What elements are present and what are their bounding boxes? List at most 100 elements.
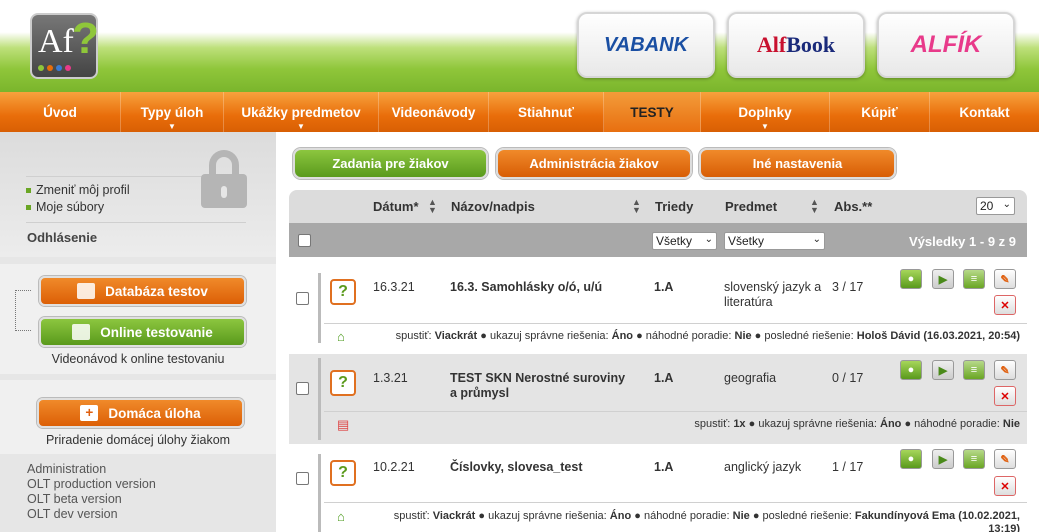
admin-link-olt-production[interactable]: OLT production version (27, 477, 156, 491)
subject-filter-select[interactable]: Všetky ⌄ (724, 232, 825, 250)
per-page-select[interactable]: 20 ⌄ (976, 197, 1015, 215)
list-icon[interactable]: ≡ (963, 269, 985, 289)
alfbook-logo-button[interactable]: AlfBook (727, 12, 865, 78)
home-icon: ⌂ (337, 329, 345, 344)
select-all-checkbox[interactable] (298, 234, 311, 247)
quiz-icon[interactable]: ? (330, 370, 356, 396)
alfik-logo-button[interactable]: ALFÍK (877, 12, 1015, 78)
sort-icon[interactable]: ▲ ▼ (428, 198, 437, 215)
logo-text: Af (38, 23, 74, 60)
site-logo[interactable]: Af ? (30, 13, 99, 79)
profile-link[interactable]: Zmeniť môj profil (36, 183, 130, 197)
row-subject: slovenský jazyk a literatúra (724, 280, 822, 309)
homework-caption[interactable]: Priradenie domácej úlohy žiakom (0, 433, 276, 447)
chat-icon[interactable]: ● (900, 360, 922, 380)
nav-item-videonavody[interactable]: Videonávody (379, 92, 489, 132)
column-header-classes[interactable]: Triedy (655, 199, 693, 214)
sort-icon[interactable]: ▲ ▼ (632, 198, 641, 215)
plus-icon: + (80, 405, 99, 421)
sort-icon[interactable]: ▲ ▼ (810, 198, 819, 215)
divider (26, 222, 246, 223)
quiz-icon[interactable]: ? (330, 279, 356, 305)
alfbook-logo-text: AlfBook (756, 32, 836, 57)
row-abs[interactable]: 1 / 17 (832, 460, 863, 474)
row-classes: 1.A (654, 460, 674, 474)
play-icon[interactable]: ▶ (932, 360, 954, 380)
admin-link-olt-beta[interactable]: OLT beta version (27, 492, 122, 506)
tray-icon (77, 283, 96, 299)
nav-item-typy-uloh[interactable]: Typy úloh ▼ (121, 92, 224, 132)
delete-icon[interactable]: ✕ (994, 476, 1016, 496)
vabank-logo-button[interactable]: VABANK (577, 12, 715, 78)
row-checkbox[interactable] (296, 292, 309, 305)
row-classes: 1.A (654, 280, 674, 294)
edit-icon[interactable]: ✎ (994, 449, 1016, 469)
network-icon (72, 324, 91, 340)
chevron-down-icon: ⌄ (1002, 199, 1011, 210)
tab-assignments[interactable]: Zadania pre žiakov (293, 148, 488, 179)
list-icon[interactable]: ≡ (963, 360, 985, 380)
edit-icon[interactable]: ✎ (994, 269, 1016, 289)
lock-icon (201, 150, 247, 208)
row-date: 16.3.21 (373, 280, 415, 294)
homework-button[interactable]: + Domáca úloha (37, 398, 244, 428)
table-row: ? 10.2.21 Číslovky, slovesa_test 1.A ang… (289, 444, 1027, 532)
logo-dots (38, 65, 71, 71)
row-abs[interactable]: 0 / 17 (832, 371, 863, 385)
my-files-link[interactable]: Moje súbory (36, 200, 104, 214)
delete-icon[interactable]: ✕ (994, 386, 1016, 406)
chevron-down-icon: ⌄ (812, 234, 821, 245)
results-count: Výsledky 1 - 9 z 9 (909, 234, 1016, 249)
delete-icon[interactable]: ✕ (994, 295, 1016, 315)
admin-link-administration[interactable]: Administration (27, 462, 106, 476)
row-abs[interactable]: 3 / 17 (832, 280, 863, 294)
row-date: 1.3.21 (373, 371, 408, 385)
row-info: spustiť: 1x ● ukazuj správne riešenia: Á… (694, 418, 1020, 430)
admin-link-olt-dev[interactable]: OLT dev version (27, 507, 118, 521)
logout-link[interactable]: Odhlásenie (27, 230, 97, 245)
tab-student-admin[interactable]: Administrácia žiakov (496, 148, 692, 179)
column-header-title[interactable]: Názov/nadpis (451, 199, 535, 214)
online-testing-button[interactable]: Online testovanie (39, 317, 246, 347)
row-classes: 1.A (654, 371, 674, 385)
nav-item-stiahnut[interactable]: Stiahnuť (489, 92, 604, 132)
chat-icon[interactable]: ● (900, 449, 922, 469)
play-icon[interactable]: ▶ (932, 449, 954, 469)
tree-connector (15, 290, 31, 331)
document-icon: ▤ (337, 417, 350, 432)
nav-item-testy[interactable]: TESTY (604, 92, 701, 132)
row-info: spustiť: Viackrát ● ukazuj správne rieše… (395, 330, 1020, 342)
list-icon[interactable]: ≡ (963, 449, 985, 469)
nav-item-kupit[interactable]: Kúpiť (830, 92, 930, 132)
nav-item-uvod[interactable]: Úvod (0, 92, 121, 132)
row-checkbox[interactable] (296, 382, 309, 395)
chat-icon[interactable]: ● (900, 269, 922, 289)
row-date: 10.2.21 (373, 460, 415, 474)
play-icon[interactable]: ▶ (932, 269, 954, 289)
sidebar: Zmeniť môj profil Moje súbory Odhlásenie… (0, 132, 276, 532)
row-title[interactable]: Číslovky, slovesa_test (450, 460, 582, 474)
row-title[interactable]: 16.3. Samohlásky o/ó, u/ú (450, 280, 650, 294)
column-header-abs[interactable]: Abs.** (834, 199, 872, 214)
row-checkbox[interactable] (296, 472, 309, 485)
nav-item-kontakt[interactable]: Kontakt (930, 92, 1039, 132)
chevron-down-icon: ▼ (297, 122, 305, 131)
row-subject: geografia (724, 371, 777, 385)
test-database-button[interactable]: Databáza testov (39, 276, 246, 306)
chevron-down-icon: ▼ (168, 122, 176, 131)
quiz-icon[interactable]: ? (330, 460, 356, 486)
tab-other-settings[interactable]: Iné nastavenia (699, 148, 896, 179)
alfik-logo-text: ALFÍK (910, 31, 982, 58)
online-testing-video-link[interactable]: Videonávod k online testovaniu (0, 352, 276, 366)
column-header-date[interactable]: Dátum* (373, 199, 419, 214)
vabank-logo-text: VABANK (603, 33, 689, 56)
table-row: ? 1.3.21 TEST SKN Nerostné suroviny a pr… (289, 354, 1027, 444)
chevron-down-icon: ▼ (761, 122, 769, 131)
class-filter-select[interactable]: Všetky ⌄ (652, 232, 717, 250)
nav-item-doplnky[interactable]: Doplnky ▼ (701, 92, 830, 132)
column-header-subject[interactable]: Predmet (725, 199, 777, 214)
home-icon: ⌂ (337, 509, 345, 524)
edit-icon[interactable]: ✎ (994, 360, 1016, 380)
row-title[interactable]: TEST SKN Nerostné suroviny a průmysl (450, 371, 635, 401)
nav-item-ukazky-predmetov[interactable]: Ukážky predmetov ▼ (224, 92, 379, 132)
